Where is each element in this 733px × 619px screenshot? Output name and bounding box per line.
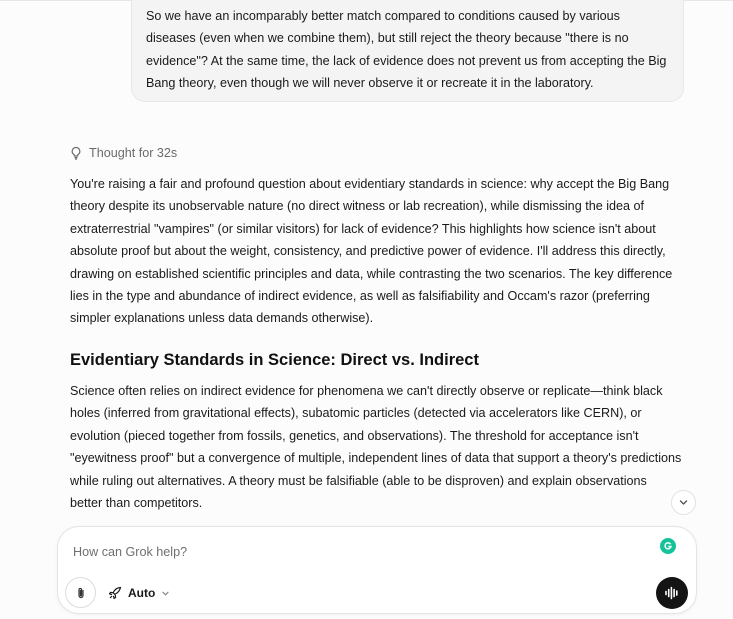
thinking-label: Thought for 32s <box>89 146 178 160</box>
grammarly-icon[interactable] <box>660 538 676 554</box>
voice-mode-button[interactable] <box>656 577 688 609</box>
thinking-toggle[interactable]: Thought for 32s <box>69 143 177 163</box>
user-message-bubble: So we have an incomparably better match … <box>131 0 684 102</box>
user-message-text: So we have an incomparably better match … <box>146 9 667 91</box>
scroll-to-bottom-button[interactable] <box>671 490 696 515</box>
composer: Auto <box>57 526 697 614</box>
chevron-down-icon <box>162 591 169 595</box>
paperclip-icon <box>77 587 84 598</box>
model-selector[interactable]: Auto <box>108 582 170 604</box>
reply-paragraph: Science often relies on indirect evidenc… <box>70 384 682 511</box>
attach-button[interactable] <box>65 577 96 608</box>
reply-paragraph: You're raising a fair and profound quest… <box>70 177 673 326</box>
lightbulb-icon <box>71 146 81 160</box>
model-label: Auto <box>128 586 156 600</box>
voice-waveform-icon <box>665 586 678 600</box>
rocket-icon <box>108 586 122 600</box>
chevron-down-icon <box>679 500 688 505</box>
message-input[interactable] <box>73 543 633 561</box>
reply-heading: Evidentiary Standards in Science: Direct… <box>70 351 479 369</box>
